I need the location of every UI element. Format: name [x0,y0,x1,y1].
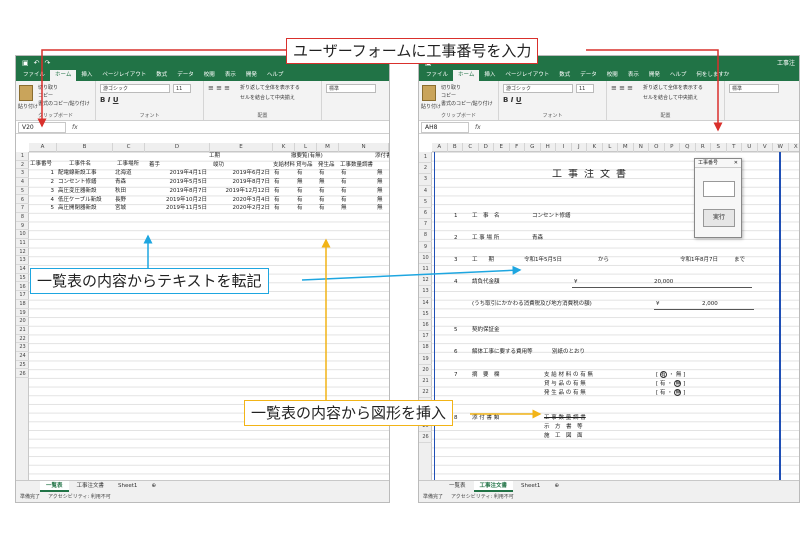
callout-userform: ユーザーフォームに工事番号を入力 [286,38,539,64]
callout-text-transfer: 一覧表の内容からテキストを転記 [30,268,269,294]
callout-shape-insert: 一覧表の内容から図形を挿入 [244,400,454,426]
red-arrow-left [37,49,286,128]
annotation-arrows [37,49,723,419]
red-arrow-right [586,49,723,132]
blue-arrow-right [301,265,522,281]
